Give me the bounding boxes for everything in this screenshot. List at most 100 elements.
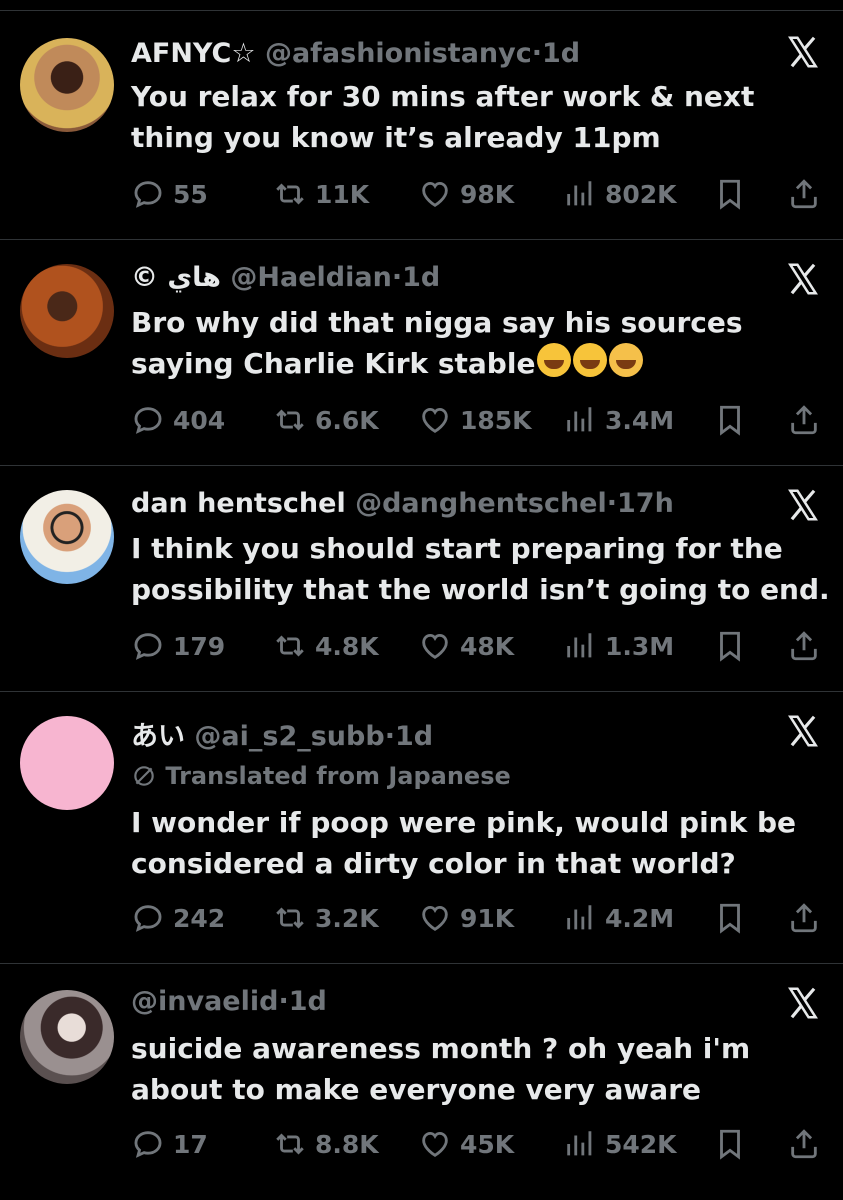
repost-count: 11K [315,179,370,209]
timestamp[interactable]: 1d [542,38,580,69]
reply-count: 17 [173,1129,208,1159]
bookmark-icon[interactable] [713,1127,747,1161]
user-handle[interactable]: @Haeldian [230,262,391,293]
tweet-header: © هاي @Haeldian·1d [131,262,440,293]
timestamp[interactable]: 1d [402,262,440,293]
reply-button[interactable]: 17 [131,1124,208,1164]
like-icon [422,181,448,207]
bookmark-icon[interactable] [713,177,747,211]
views-button[interactable]: 3.4M [563,400,674,440]
tweet[interactable]: AFNYC☆ @afashionistanyc·1d You relax for… [0,0,843,240]
translate-icon [134,766,154,786]
bookmark-icon[interactable] [713,901,747,935]
display-name[interactable]: dan hentschel [131,488,346,519]
tweet[interactable]: @invaelid·1d suicide awareness month ? o… [0,964,843,1200]
views-icon [567,633,592,658]
action-bar: 404 6.6K 185K 3.4M [131,400,831,440]
bookmark-icon[interactable] [713,403,747,437]
views-icon [567,905,592,930]
like-button[interactable]: 185K [418,400,532,440]
avatar[interactable] [20,716,114,810]
like-count: 48K [460,631,515,661]
timestamp[interactable]: 1d [395,721,433,752]
repost-count: 8.8K [315,1129,379,1159]
avatar[interactable] [20,38,114,132]
avatar[interactable] [20,490,114,584]
share-icon[interactable] [787,901,821,935]
repost-count: 3.2K [315,903,379,933]
repost-button[interactable]: 6.6K [273,400,379,440]
timestamp[interactable]: 17h [617,488,674,519]
reply-button[interactable]: 242 [131,898,225,938]
repost-button[interactable]: 3.2K [273,898,379,938]
views-button[interactable]: 4.2M [563,898,674,938]
repost-icon [276,183,304,205]
views-button[interactable]: 542K [563,1124,677,1164]
translation-notice[interactable]: Translated from Japanese [131,762,511,790]
repost-icon [276,635,304,657]
views-icon [567,181,592,206]
action-bar: 17 8.8K 45K 542K [131,1124,831,1164]
reply-button[interactable]: 404 [131,400,225,440]
share-icon[interactable] [787,177,821,211]
display-name[interactable]: © هاي [131,262,221,293]
laughing-tears-emoji [573,343,608,377]
tweet[interactable]: あい @ai_s2_subb·1d Translated from Japane… [0,692,843,964]
avatar[interactable] [20,990,114,1084]
tweet-text: I think you should start preparing for t… [131,528,831,610]
user-handle[interactable]: @afashionistanyc [265,38,532,69]
view-count: 1.3M [605,631,675,661]
user-handle[interactable]: @ai_s2_subb [194,721,384,752]
tweet[interactable]: © هاي @Haeldian·1d Bro why did that nigg… [0,240,843,466]
like-count: 45K [460,1129,515,1159]
views-button[interactable]: 802K [563,174,677,214]
like-button[interactable]: 98K [418,174,514,214]
separator-dot: · [606,488,617,519]
tweet-text-line: Bro why did that nigga say his sources [131,306,743,339]
reply-count: 179 [173,631,226,661]
tweet-text-line: about to make everyone very aware [131,1073,701,1106]
repost-icon [276,907,304,929]
like-button[interactable]: 45K [418,1124,514,1164]
tweet-text-segment: saying Charlie Kirk stable [131,347,536,380]
action-bar: 242 3.2K 91K 4.2M [131,898,831,938]
tweet-header: dan hentschel @danghentschel·17h [131,488,674,519]
tweet-header: @invaelid·1d [131,986,327,1017]
tweet[interactable]: dan hentschel @danghentschel·17h I think… [0,466,843,692]
tweet-text-line: thing you know it’s already 11pm [131,121,661,154]
share-icon[interactable] [787,1127,821,1161]
like-button[interactable]: 91K [418,898,514,938]
x-logo [788,715,818,747]
repost-button[interactable]: 4.8K [273,626,379,666]
display-name[interactable]: AFNYC☆ [131,38,256,69]
separator-dot: · [391,262,403,293]
share-icon[interactable] [787,629,821,663]
repost-count: 6.6K [315,405,379,435]
repost-icon [276,1133,304,1155]
like-button[interactable]: 48K [418,626,514,666]
separator-dot: · [531,38,543,69]
tweet-text-line: considered a dirty color in that world? [131,847,736,880]
repost-button[interactable]: 11K [273,174,369,214]
tweet-text-line: I wonder if poop were pink, would pink b… [131,806,797,839]
reply-icon [134,407,162,434]
reply-icon [134,633,162,660]
timestamp[interactable]: 1d [289,986,327,1017]
user-handle[interactable]: @invaelid [131,986,278,1017]
tweet-text-line: I think you should start preparing for t… [131,532,783,565]
user-handle[interactable]: @danghentschel [355,488,607,519]
reply-button[interactable]: 179 [131,626,225,666]
tweet-header: AFNYC☆ @afashionistanyc·1d [131,38,580,69]
separator-dot: · [278,986,289,1017]
share-icon[interactable] [787,403,821,437]
tweet-text-line: possibility that the world isn’t going t… [131,573,830,606]
bookmark-icon[interactable] [713,629,747,663]
repost-icon [276,409,304,431]
reply-button[interactable]: 55 [131,174,208,214]
repost-button[interactable]: 8.8K [273,1124,379,1164]
display-name[interactable]: あい [131,721,185,752]
avatar[interactable] [20,264,114,358]
tweet-text-line: saying Charlie Kirk stable [131,343,831,384]
views-button[interactable]: 1.3M [563,626,674,666]
views-icon [567,1131,592,1156]
